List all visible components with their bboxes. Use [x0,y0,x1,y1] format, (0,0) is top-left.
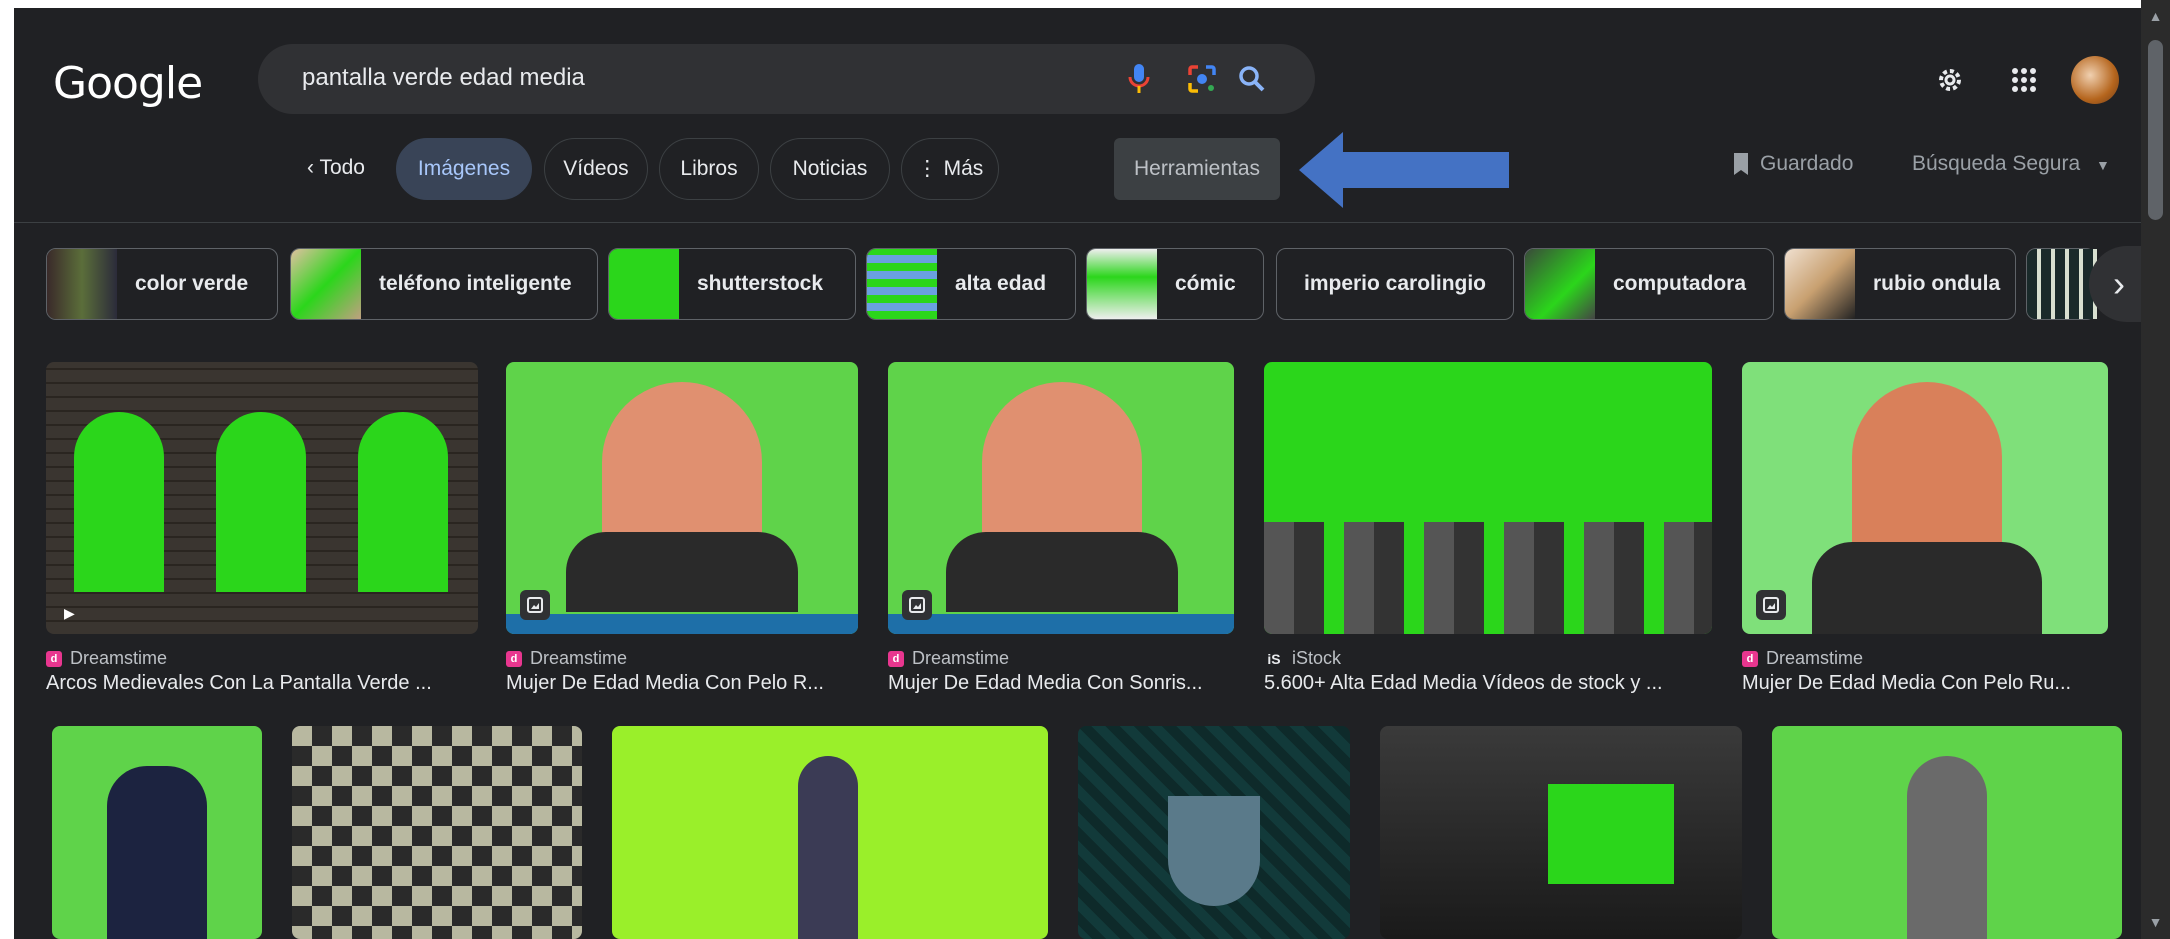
microphone-icon[interactable] [1120,60,1158,98]
caret-down-icon: ▼ [2095,157,2110,173]
result-title[interactable]: Mujer De Edad Media Con Pelo R... [506,672,858,695]
result-title[interactable]: 5.600+ Alta Edad Media Vídeos de stock y… [1264,672,1712,695]
image-result[interactable]: ▶ d Dreamstime Arcos Medievales Con La Pa… [46,362,478,695]
image-result[interactable] [1078,726,1350,939]
annotation-arrow-icon [1299,132,1509,208]
result-image[interactable] [1264,362,1712,634]
image-result[interactable] [612,726,1048,939]
search-box[interactable]: pantalla verde edad media [258,44,1315,114]
chip-shutterstock[interactable]: shutterstock [608,248,856,320]
result-image[interactable] [1078,726,1350,939]
play-icon: ▶ [64,605,75,621]
result-source[interactable]: iS iStock [1264,648,1341,669]
chip-more[interactable] [2026,248,2097,320]
chip-color-verde[interactable]: color verde [46,248,278,320]
search-input[interactable]: pantalla verde edad media [302,64,585,92]
chip-thumbnail [1525,249,1595,319]
result-title[interactable]: Mujer De Edad Media Con Pelo Ru... [1742,672,2108,695]
dreamstime-favicon-icon: d [506,650,522,667]
result-title[interactable]: Arcos Medievales Con La Pantalla Verde .… [46,672,478,695]
tools-button[interactable]: Herramientas [1114,138,1280,200]
chip-computadora[interactable]: computadora [1524,248,1774,320]
chip-thumbnail [609,249,679,319]
more-vert-icon: ⋮ [916,157,944,180]
tab-libros[interactable]: Libros [659,138,759,200]
search-icon[interactable] [1233,60,1271,98]
chip-telefono-inteligente[interactable]: teléfono inteligente [290,248,598,320]
image-result[interactable] [1772,726,2122,939]
lens-icon[interactable] [1183,60,1221,98]
scrollbar[interactable]: ▲ ▼ [2141,0,2170,939]
result-image[interactable] [888,362,1234,634]
chip-alta-edad[interactable]: alta edad [866,248,1076,320]
bookmark-icon [1734,153,1748,175]
chip-thumbnail [1087,249,1157,319]
dreamstime-favicon-icon: d [888,650,904,667]
result-source[interactable]: d Dreamstime [888,648,1009,669]
tab-mas[interactable]: ⋮ Más [901,138,999,200]
image-icon [520,590,550,620]
image-icon [902,590,932,620]
tab-noticias[interactable]: Noticias [770,138,890,200]
saved-link[interactable]: Guardado [1732,152,1853,176]
image-result[interactable] [1380,726,1742,939]
image-icon [1756,590,1786,620]
dreamstime-favicon-icon: d [1742,650,1758,667]
tab-back-todo[interactable]: ‹ Todo [276,138,396,200]
image-result[interactable]: d Dreamstime Mujer De Edad Media Con Pelo… [506,362,858,695]
settings-gear-icon[interactable] [1930,60,1970,100]
result-image[interactable] [1380,726,1742,939]
result-source[interactable]: d Dreamstime [506,648,627,669]
result-image[interactable] [1772,726,2122,939]
image-result[interactable]: d Dreamstime Mujer De Edad Media Con Pelo… [1742,362,2108,695]
result-title[interactable]: Mujer De Edad Media Con Sonris... [888,672,1234,695]
dreamstime-favicon-icon: d [46,650,62,667]
browser-viewport: Google pantalla verde edad media ‹ Todo [14,8,2141,939]
chip-thumbnail [1785,249,1855,319]
avatar[interactable] [2071,56,2119,104]
google-logo[interactable]: Google [53,58,203,109]
result-source[interactable]: d Dreamstime [46,648,167,669]
image-result[interactable] [52,726,262,939]
scroll-up-icon[interactable]: ▲ [2141,6,2170,26]
related-chips: color verde teléfono inteligente shutter… [14,248,2141,324]
tab-imagenes[interactable]: Imágenes [396,138,532,200]
scroll-down-icon[interactable]: ▼ [2141,912,2170,932]
result-source[interactable]: d Dreamstime [1742,648,1863,669]
result-image[interactable]: ▶ [46,362,478,634]
chevron-left-icon: ‹ [307,156,320,179]
tab-videos[interactable]: Vídeos [544,138,648,200]
chip-comic[interactable]: cómic [1086,248,1264,320]
scrollbar-thumb[interactable] [2148,40,2163,220]
safe-search-dropdown[interactable]: Búsqueda Segura ▼ [1912,152,2110,176]
apps-grid-icon[interactable] [2004,60,2044,100]
result-image[interactable] [506,362,858,634]
image-result[interactable]: iS iStock 5.600+ Alta Edad Media Vídeos d… [1264,362,1712,695]
result-image[interactable] [612,726,1048,939]
image-result[interactable]: d Dreamstime Mujer De Edad Media Con Sonr… [888,362,1234,695]
istock-favicon-icon: iS [1267,650,1281,667]
image-result[interactable] [292,726,582,939]
chip-thumbnail [867,249,937,319]
chip-thumbnail [291,249,361,319]
header: Google pantalla verde edad media ‹ Todo [14,8,2141,223]
result-image[interactable] [52,726,262,939]
chip-thumbnail [47,249,117,319]
result-image[interactable] [1742,362,2108,634]
chip-imperio-carolingio[interactable]: imperio carolingio [1276,248,1514,320]
chip-thumbnail [2027,249,2097,319]
result-image[interactable] [292,726,582,939]
chip-rubio-ondula[interactable]: rubio ondula [1784,248,2016,320]
